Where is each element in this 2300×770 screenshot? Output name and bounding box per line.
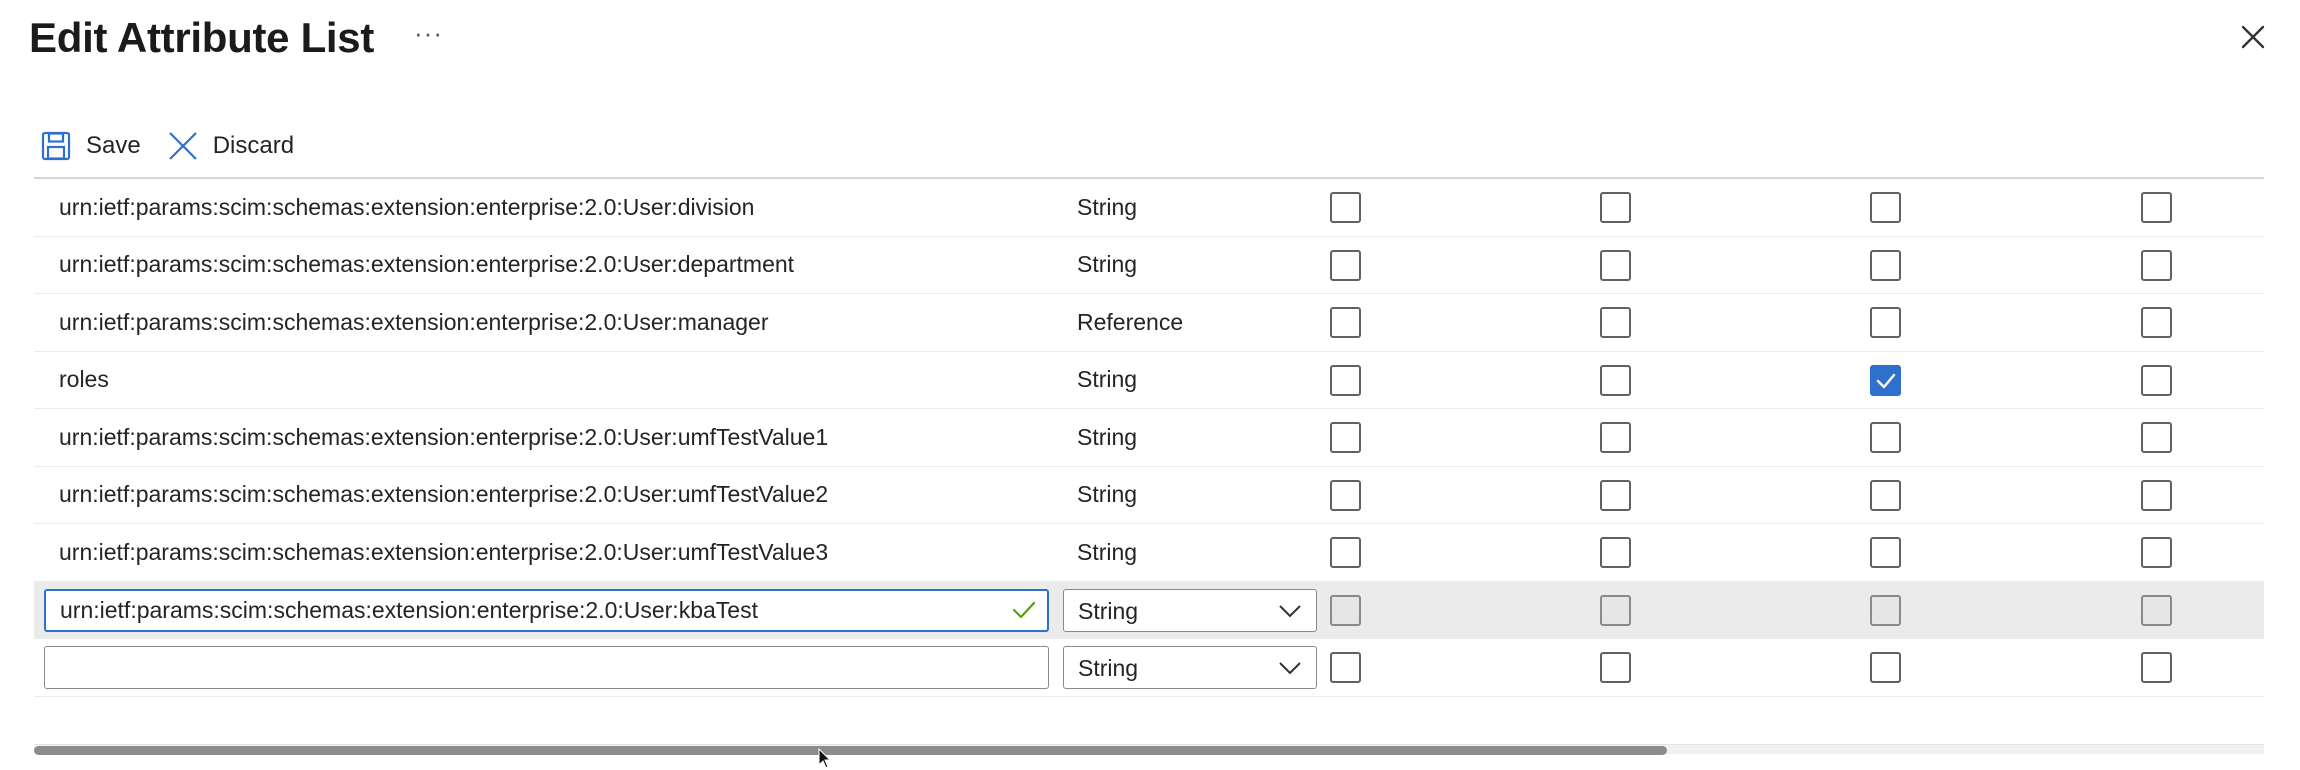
discard-icon — [167, 130, 199, 162]
row-checkbox-3[interactable] — [1870, 479, 1901, 511]
attribute-name-input[interactable] — [44, 646, 1049, 689]
row-checkbox-1[interactable] — [1330, 594, 1361, 626]
new-attribute-row[interactable]: String — [34, 639, 2264, 697]
row-checkbox-2[interactable] — [1600, 422, 1631, 453]
toolbar: Save Discard — [40, 126, 294, 166]
table-row[interactable]: urn:ietf:params:scim:schemas:extension:e… — [34, 179, 2264, 237]
discard-label: Discard — [212, 132, 295, 159]
more-options-icon[interactable]: ··· — [414, 18, 443, 49]
row-checkbox-3[interactable] — [1870, 652, 1901, 683]
attribute-name-input[interactable] — [44, 588, 1049, 632]
row-checkbox-3[interactable] — [1870, 307, 1901, 338]
row-checkbox-2[interactable] — [1600, 307, 1631, 338]
row-checkbox-2[interactable] — [1600, 249, 1631, 281]
row-checkbox-4[interactable] — [2141, 652, 2172, 683]
mouse-cursor-icon — [818, 748, 832, 769]
attribute-name: urn:ietf:params:scim:schemas:extension:e… — [59, 193, 755, 220]
save-button[interactable]: Save — [40, 130, 141, 162]
attribute-name: urn:ietf:params:scim:schemas:extension:e… — [59, 481, 829, 508]
row-checkbox-1[interactable] — [1330, 537, 1361, 568]
save-label: Save — [86, 132, 141, 159]
row-checkbox-2[interactable] — [1600, 652, 1631, 683]
chevron-down-icon — [1279, 604, 1301, 617]
attribute-type: String — [1077, 193, 1138, 220]
page-title: Edit Attribute List — [29, 14, 375, 61]
table-row[interactable]: urn:ietf:params:scim:schemas:extension:e… — [34, 524, 2264, 582]
row-checkbox-4[interactable] — [2141, 422, 2172, 453]
attribute-type: String — [1077, 538, 1138, 565]
row-checkbox-2[interactable] — [1600, 537, 1631, 568]
row-checkbox-3[interactable] — [1870, 249, 1901, 281]
table-row[interactable]: urn:ietf:params:scim:schemas:extension:e… — [34, 294, 2264, 352]
type-dropdown-value: String — [1078, 655, 1139, 681]
row-checkbox-1[interactable] — [1330, 307, 1361, 338]
attribute-type: Reference — [1077, 308, 1184, 335]
row-checkbox-1[interactable] — [1330, 364, 1361, 396]
type-dropdown[interactable]: String — [1063, 588, 1317, 632]
attribute-type: String — [1077, 251, 1138, 278]
editing-row[interactable]: String — [34, 581, 2264, 639]
row-checkbox-1[interactable] — [1330, 479, 1361, 511]
row-checkbox-1[interactable] — [1330, 422, 1361, 453]
row-checkbox-2[interactable] — [1600, 594, 1631, 626]
save-icon — [40, 130, 72, 162]
chevron-down-icon — [1279, 662, 1301, 675]
attribute-type: String — [1077, 366, 1138, 393]
attribute-name: urn:ietf:params:scim:schemas:extension:e… — [59, 538, 829, 565]
row-checkbox-2[interactable] — [1600, 364, 1631, 396]
attribute-name: urn:ietf:params:scim:schemas:extension:e… — [59, 251, 795, 278]
row-checkbox-1[interactable] — [1330, 652, 1361, 683]
row-checkbox-4[interactable] — [2141, 307, 2172, 338]
attribute-name: urn:ietf:params:scim:schemas:extension:e… — [59, 423, 829, 450]
row-checkbox-4[interactable] — [2141, 192, 2172, 223]
attribute-type: String — [1077, 423, 1138, 450]
attribute-name: roles — [59, 366, 109, 393]
row-checkbox-3[interactable] — [1870, 364, 1901, 396]
row-checkbox-2[interactable] — [1600, 479, 1631, 511]
scrollbar-thumb[interactable] — [34, 746, 1667, 755]
row-checkbox-1[interactable] — [1330, 192, 1361, 223]
close-icon[interactable] — [2236, 20, 2270, 54]
row-checkbox-4[interactable] — [2141, 594, 2172, 626]
row-checkbox-4[interactable] — [2141, 479, 2172, 511]
row-checkbox-4[interactable] — [2141, 364, 2172, 396]
table-row[interactable]: urn:ietf:params:scim:schemas:extension:e… — [34, 409, 2264, 467]
row-checkbox-2[interactable] — [1600, 192, 1631, 223]
attribute-name: urn:ietf:params:scim:schemas:extension:e… — [59, 308, 769, 335]
table-row[interactable]: roles String — [34, 352, 2264, 409]
row-checkbox-4[interactable] — [2141, 537, 2172, 568]
row-checkbox-3[interactable] — [1870, 192, 1901, 223]
table-row[interactable]: urn:ietf:params:scim:schemas:extension:e… — [34, 467, 2264, 524]
row-checkbox-4[interactable] — [2141, 249, 2172, 281]
horizontal-scrollbar[interactable] — [34, 744, 2264, 755]
edit-attribute-list-panel: Edit Attribute List ··· Save Discard urn… — [0, 0, 2300, 770]
valid-check-icon — [1012, 600, 1036, 625]
table-row[interactable]: urn:ietf:params:scim:schemas:extension:e… — [34, 237, 2264, 294]
row-checkbox-3[interactable] — [1870, 594, 1901, 626]
type-dropdown[interactable]: String — [1063, 646, 1317, 689]
row-checkbox-1[interactable] — [1330, 249, 1361, 281]
type-dropdown-value: String — [1078, 597, 1139, 624]
row-checkbox-3[interactable] — [1870, 422, 1901, 453]
row-checkbox-3[interactable] — [1870, 537, 1901, 568]
attribute-type: String — [1077, 481, 1138, 508]
discard-button[interactable]: Discard — [167, 130, 294, 162]
